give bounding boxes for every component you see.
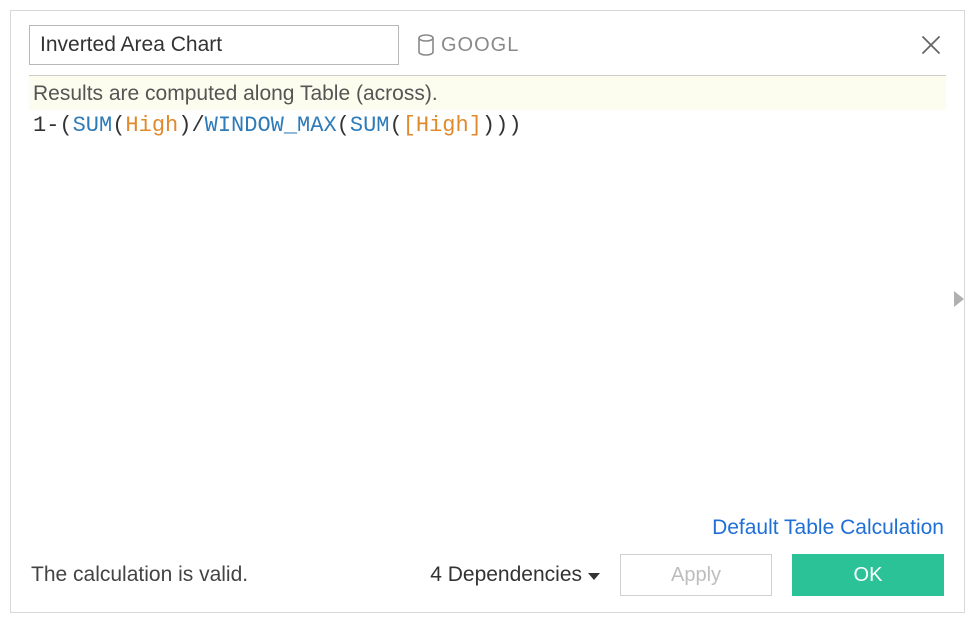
formula-token: ( — [112, 113, 125, 138]
formula-token: ( — [59, 113, 72, 138]
ok-button[interactable]: OK — [792, 554, 944, 596]
formula-token: / — [191, 113, 204, 138]
formula-editor[interactable]: 1-(SUM(High)/WINDOW_MAX(SUM([High]))) — [29, 110, 946, 516]
link-row: Default Table Calculation — [11, 516, 964, 548]
chevron-down-icon — [588, 573, 600, 580]
dependencies-label: 4 Dependencies — [430, 563, 582, 587]
formula-token: ) — [508, 113, 521, 138]
formula-token: WINDOW_MAX — [205, 113, 337, 138]
apply-button[interactable]: Apply — [620, 554, 772, 596]
calculation-editor-dialog: GOOGL Results are computed along Table (… — [10, 10, 965, 613]
header: GOOGL — [11, 11, 964, 75]
close-icon[interactable] — [916, 30, 946, 60]
expand-arrow-icon[interactable] — [952, 289, 966, 309]
datasource-name: GOOGL — [441, 34, 519, 57]
default-table-calculation-link[interactable]: Default Table Calculation — [712, 516, 944, 539]
validation-status: The calculation is valid. — [31, 563, 248, 587]
compute-info-bar: Results are computed along Table (across… — [29, 75, 946, 110]
dependencies-dropdown[interactable]: 4 Dependencies — [430, 563, 600, 587]
formula-token: High — [125, 113, 178, 138]
formula-token: SUM — [73, 113, 113, 138]
formula-token: SUM — [350, 113, 390, 138]
calculation-name-input[interactable] — [29, 25, 399, 65]
formula-token: ) — [495, 113, 508, 138]
formula-token: ( — [337, 113, 350, 138]
formula-token: [High] — [403, 113, 482, 138]
formula-token: ( — [389, 113, 402, 138]
footer: The calculation is valid. 4 Dependencies… — [11, 548, 964, 612]
formula-token: 1- — [33, 113, 59, 138]
formula-token: ) — [482, 113, 495, 138]
database-icon — [417, 34, 435, 56]
formula-token: ) — [178, 113, 191, 138]
datasource-label: GOOGL — [417, 34, 519, 57]
